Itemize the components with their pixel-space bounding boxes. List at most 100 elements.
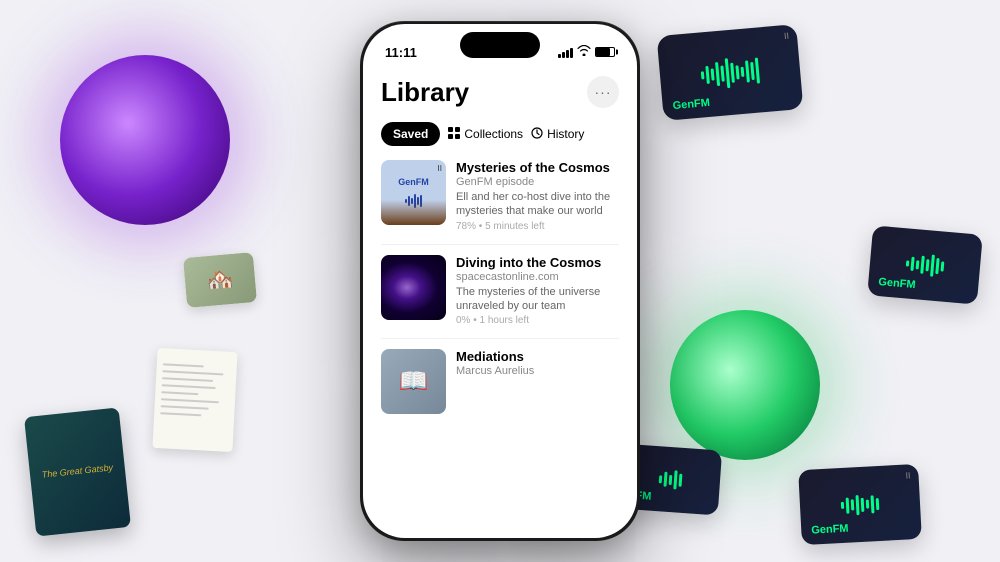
wave-bar bbox=[705, 65, 710, 83]
wave-bar bbox=[855, 495, 859, 515]
paper-line bbox=[162, 370, 223, 375]
item-title-mediations: Mediations bbox=[456, 349, 619, 364]
item-desc-mysteries: Ell and her co-host dive into the myster… bbox=[456, 190, 619, 219]
purple-orb-decoration bbox=[60, 55, 230, 225]
grid-icon bbox=[448, 127, 460, 142]
item-meta-diving: 0% • 1 hours left bbox=[456, 315, 619, 326]
wave-bar bbox=[720, 65, 724, 81]
library-item-diving[interactable]: Diving into the Cosmos spacecastonline.c… bbox=[381, 255, 619, 327]
wave-bar bbox=[920, 256, 925, 274]
wave-bar bbox=[866, 500, 869, 509]
phone-screen: 11:11 bbox=[363, 24, 637, 538]
library-header: Library ··· bbox=[381, 76, 619, 108]
wave-bar bbox=[701, 71, 705, 79]
library-item-mediations[interactable]: 📖 Mediations Marcus Aurelius bbox=[381, 349, 619, 414]
library-item-mysteries[interactable]: GenFM II bbox=[381, 160, 619, 232]
signal-bar-2 bbox=[562, 52, 565, 58]
waveform-bottom bbox=[830, 483, 890, 526]
phone-device: 11:11 bbox=[360, 21, 640, 541]
divider-2 bbox=[381, 338, 619, 339]
signal-bar-1 bbox=[558, 54, 561, 58]
paper-line bbox=[161, 391, 198, 395]
wave-bar bbox=[841, 502, 844, 509]
wave-bar bbox=[730, 62, 735, 82]
paper-line bbox=[162, 384, 216, 389]
library-title: Library bbox=[381, 77, 469, 108]
waveform-near bbox=[647, 459, 693, 501]
item-info-mysteries: Mysteries of the Cosmos GenFM episode El… bbox=[456, 160, 619, 232]
paper-line bbox=[162, 377, 213, 382]
item-subtitle-mediations: Marcus Aurelius bbox=[456, 365, 619, 377]
gatsby-title: The Great Gatsby bbox=[41, 462, 113, 481]
wave-bar bbox=[711, 68, 715, 80]
tab-history-label: History bbox=[547, 127, 584, 141]
item-info-diving: Diving into the Cosmos spacecastonline.c… bbox=[456, 255, 619, 327]
wave-bar bbox=[745, 60, 750, 82]
tab-history[interactable]: History bbox=[531, 127, 584, 142]
item-subtitle-diving: spacecastonline.com bbox=[456, 271, 619, 283]
phone-outer-shell: 11:11 bbox=[360, 21, 640, 541]
app-content: Library ··· Saved bbox=[363, 68, 637, 414]
clock-icon bbox=[531, 127, 543, 142]
item-info-mediations: Mediations Marcus Aurelius bbox=[456, 349, 619, 379]
genfm-logo: GenFM bbox=[398, 177, 429, 187]
more-dots-icon: ··· bbox=[595, 84, 612, 100]
wave-bar bbox=[871, 495, 875, 513]
genfm-mid-label: GenFM bbox=[878, 276, 916, 291]
paper-line bbox=[161, 398, 219, 403]
pause-icon-bottom: II bbox=[905, 470, 911, 480]
wave-bar bbox=[916, 260, 920, 269]
wave-bar bbox=[668, 474, 672, 484]
wave-bar bbox=[935, 258, 939, 274]
signal-bar-4 bbox=[570, 48, 573, 58]
wave-bar bbox=[925, 259, 929, 271]
item-title-diving: Diving into the Cosmos bbox=[456, 255, 619, 270]
wave-bar bbox=[941, 261, 945, 271]
paper-lines bbox=[153, 348, 237, 433]
paper-line bbox=[163, 363, 204, 367]
genfm-card-label: GenFM bbox=[672, 97, 710, 112]
dynamic-island bbox=[460, 32, 540, 58]
tab-collections[interactable]: Collections bbox=[448, 127, 523, 142]
genfm-card-top-right: II GenFM bbox=[657, 24, 804, 121]
thumbnail-gradient bbox=[381, 200, 446, 225]
wave-bar bbox=[910, 257, 914, 271]
tab-saved[interactable]: Saved bbox=[381, 122, 440, 146]
great-gatsby-book-card: The Great Gatsby bbox=[24, 407, 131, 536]
wave-bar bbox=[735, 65, 739, 79]
galaxy-thumbnail bbox=[381, 255, 446, 320]
wave-bar bbox=[725, 58, 731, 88]
item-desc-diving: The mysteries of the universe unraveled … bbox=[456, 285, 619, 314]
divider-1 bbox=[381, 244, 619, 245]
battery-fill bbox=[596, 48, 610, 56]
wave-bar bbox=[861, 497, 865, 511]
wifi-icon bbox=[577, 45, 591, 59]
photo-card-left: 🏘️ bbox=[183, 252, 257, 308]
item-pause-icon: II bbox=[438, 164, 442, 173]
wave-bar bbox=[906, 260, 910, 266]
wave-bar bbox=[846, 497, 850, 513]
paper-line bbox=[161, 405, 209, 409]
genfm-bottom-label: GenFM bbox=[811, 523, 849, 537]
genfm-card-bottom-right: II GenFM bbox=[798, 464, 922, 545]
wave-bar bbox=[930, 255, 935, 277]
item-meta-mysteries: 78% • 5 minutes left bbox=[456, 221, 619, 232]
wave-bar bbox=[876, 498, 880, 510]
wave-bar bbox=[678, 474, 682, 487]
item-title-mysteries: Mysteries of the Cosmos bbox=[456, 160, 619, 175]
thumbnail-mediations: 📖 bbox=[381, 349, 446, 414]
signal-bars-icon bbox=[558, 46, 573, 58]
wave-bar bbox=[673, 470, 677, 489]
wave-bar bbox=[658, 475, 662, 483]
thumbnail-mysteries: GenFM II bbox=[381, 160, 446, 225]
more-options-button[interactable]: ··· bbox=[587, 76, 619, 108]
waveform bbox=[689, 44, 771, 101]
wave-bar bbox=[851, 499, 855, 510]
genfm-card-mid-right: GenFM bbox=[867, 225, 983, 304]
book-thumbnail: 📖 bbox=[381, 349, 446, 414]
wave-bar bbox=[741, 66, 745, 76]
paper-card-decoration bbox=[152, 348, 237, 452]
green-orb-decoration bbox=[670, 310, 820, 460]
pause-icon: II bbox=[784, 31, 790, 41]
status-time: 11:11 bbox=[385, 45, 417, 60]
